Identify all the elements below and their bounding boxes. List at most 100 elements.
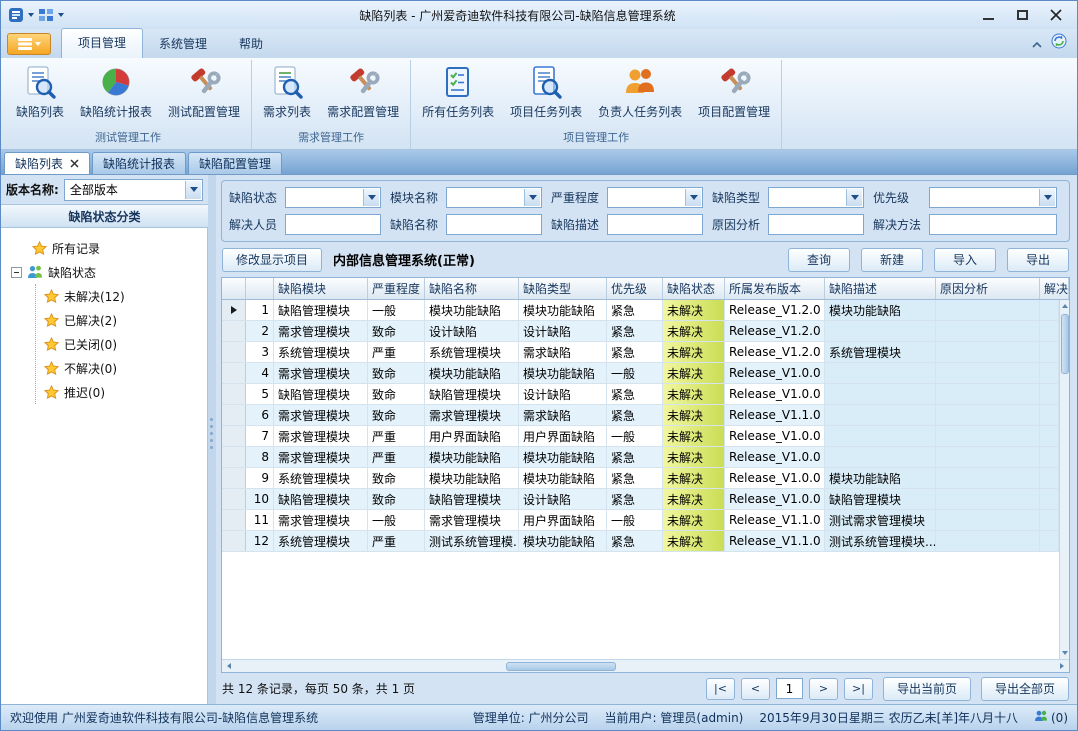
ribbon-button[interactable]: 需求列表	[255, 60, 319, 122]
filter-select-4[interactable]	[768, 187, 864, 208]
cell-analysis	[936, 468, 1040, 488]
export-all-pages-button[interactable]: 导出全部页	[981, 677, 1069, 701]
scroll-down-icon[interactable]	[1060, 647, 1070, 659]
page-number-input[interactable]	[776, 678, 803, 699]
close-icon[interactable]	[70, 159, 79, 168]
grid-column-header[interactable]: 缺陷模块	[274, 278, 368, 299]
horizontal-scroll-thumb[interactable]	[506, 662, 616, 671]
table-row[interactable]: 3系统管理模块严重系统管理模块需求缺陷紧急未解决Release_V1.2.0系统…	[222, 342, 1059, 363]
table-row[interactable]: 8需求管理模块严重模块功能缺陷模块功能缺陷紧急未解决Release_V1.0.0	[222, 447, 1059, 468]
ribbon-button[interactable]: 负责人任务列表	[590, 60, 690, 122]
application-menu-button[interactable]	[7, 33, 51, 55]
grid-column-header[interactable]: 缺陷名称	[425, 278, 519, 299]
tree-item-all-records[interactable]: 所有记录	[11, 236, 203, 260]
layout-grid-icon[interactable]	[37, 6, 55, 24]
ribbon-tab-3[interactable]: 帮助	[223, 30, 279, 58]
grid-column-header[interactable]: 所属发布版本	[725, 278, 825, 299]
horizontal-scrollbar[interactable]	[222, 659, 1069, 672]
ribbon-button[interactable]: 需求配置管理	[319, 60, 407, 122]
ribbon-button[interactable]: 测试配置管理	[160, 60, 248, 122]
ribbon-button[interactable]: 所有任务列表	[414, 60, 502, 122]
cell-release: Release_V1.1.0	[725, 531, 825, 551]
table-row[interactable]: 7需求管理模块严重用户界面缺陷用户界面缺陷一般未解决Release_V1.0.0	[222, 426, 1059, 447]
grid-column-header[interactable]: 优先级	[607, 278, 663, 299]
help-sync-icon[interactable]	[1051, 33, 1067, 53]
close-button[interactable]	[1039, 3, 1073, 27]
vertical-scrollbar[interactable]	[1059, 300, 1069, 659]
doc-tab-3[interactable]: 缺陷配置管理	[188, 152, 282, 174]
chevron-down-icon[interactable]	[1039, 189, 1055, 206]
collapse-ribbon-icon[interactable]	[1031, 34, 1043, 53]
table-row[interactable]: 10缺陷管理模块致命缺陷管理模块设计缺陷紧急未解决Release_V1.0.0缺…	[222, 489, 1059, 510]
grid-column-header[interactable]: 缺陷状态	[663, 278, 725, 299]
chevron-down-icon[interactable]	[524, 189, 540, 206]
collapse-expander-icon[interactable]	[11, 267, 22, 278]
chevron-down-icon[interactable]	[363, 189, 379, 206]
tree-item-status-3[interactable]: 已关闭(0)	[44, 332, 203, 356]
scroll-right-icon[interactable]	[1055, 660, 1069, 673]
online-users[interactable]: (0)	[1034, 710, 1068, 725]
ribbon-button[interactable]: 缺陷列表	[8, 60, 72, 122]
cell-analysis	[936, 510, 1040, 530]
tree-item-status-1[interactable]: 未解决(12)	[44, 284, 203, 308]
ribbon-button[interactable]: 项目任务列表	[502, 60, 590, 122]
version-dropdown[interactable]: 全部版本	[64, 179, 203, 201]
table-row[interactable]: 12系统管理模块严重测试系统管理模...模块功能缺陷紧急未解决Release_V…	[222, 531, 1059, 552]
tree-item-defect-status[interactable]: 缺陷状态	[11, 260, 203, 284]
ribbon-tab-2[interactable]: 系统管理	[143, 30, 223, 58]
modify-display-button[interactable]: 修改显示项目	[222, 248, 322, 272]
maximize-button[interactable]	[1005, 3, 1039, 27]
next-page-button[interactable]: >	[809, 678, 838, 700]
doc-tab-1[interactable]: 缺陷列表	[4, 152, 90, 174]
sidebar-splitter[interactable]	[208, 175, 216, 704]
filter-select-1[interactable]	[285, 187, 381, 208]
grid-column-header[interactable]: 原因分析	[936, 278, 1040, 299]
query-button[interactable]: 查询	[788, 248, 850, 272]
export-current-page-button[interactable]: 导出当前页	[883, 677, 971, 701]
scroll-left-icon[interactable]	[222, 660, 236, 673]
vertical-scroll-thumb[interactable]	[1061, 314, 1069, 374]
ribbon-button[interactable]: 缺陷统计报表	[72, 60, 160, 122]
row-number: 5	[246, 384, 274, 404]
filter-select-2[interactable]	[446, 187, 542, 208]
table-row[interactable]: 5缺陷管理模块致命缺陷管理模块设计缺陷紧急未解决Release_V1.0.0	[222, 384, 1059, 405]
filter-input-5[interactable]	[929, 214, 1057, 235]
prev-page-button[interactable]: <	[741, 678, 770, 700]
table-row[interactable]: 6需求管理模块致命需求管理模块需求缺陷紧急未解决Release_V1.1.0	[222, 405, 1059, 426]
app-icon[interactable]	[7, 6, 25, 24]
tree-item-status-4[interactable]: 不解决(0)	[44, 356, 203, 380]
table-row[interactable]: 11需求管理模块一般需求管理模块用户界面缺陷一般未解决Release_V1.1.…	[222, 510, 1059, 531]
minimize-button[interactable]	[971, 3, 1005, 27]
import-button[interactable]: 导入	[934, 248, 996, 272]
doc-tab-2[interactable]: 缺陷统计报表	[92, 152, 186, 174]
grid-column-header[interactable]: 缺陷描述	[825, 278, 936, 299]
table-row[interactable]: 2需求管理模块致命设计缺陷设计缺陷紧急未解决Release_V1.2.0	[222, 321, 1059, 342]
table-row[interactable]: 9系统管理模块致命模块功能缺陷模块功能缺陷紧急未解决Release_V1.0.0…	[222, 468, 1059, 489]
export-button[interactable]: 导出	[1007, 248, 1069, 272]
filter-input-2[interactable]	[446, 214, 542, 235]
first-page-button[interactable]: |<	[706, 678, 735, 700]
ribbon-tab-1[interactable]: 项目管理	[61, 28, 143, 58]
table-row[interactable]: 4需求管理模块致命模块功能缺陷模块功能缺陷一般未解决Release_V1.0.0	[222, 363, 1059, 384]
filter-input-4[interactable]	[768, 214, 864, 235]
grid-column-header[interactable]: 解决	[1040, 278, 1069, 299]
cell-analysis	[936, 363, 1040, 383]
chevron-down-icon[interactable]	[846, 189, 862, 206]
table-row[interactable]: 1缺陷管理模块一般模块功能缺陷模块功能缺陷紧急未解决Release_V1.2.0…	[222, 300, 1059, 321]
filter-select-3[interactable]	[607, 187, 703, 208]
grid-column-header[interactable]: 缺陷类型	[519, 278, 607, 299]
chevron-down-icon[interactable]	[28, 13, 34, 17]
chevron-down-icon[interactable]	[185, 181, 201, 199]
filter-input-1[interactable]	[285, 214, 381, 235]
filter-input-3[interactable]	[607, 214, 703, 235]
new-button[interactable]: 新建	[861, 248, 923, 272]
chevron-down-icon[interactable]	[685, 189, 701, 206]
cell-type: 需求缺陷	[519, 405, 607, 425]
grid-column-header[interactable]: 严重程度	[368, 278, 425, 299]
tree-item-status-2[interactable]: 已解决(2)	[44, 308, 203, 332]
scroll-up-icon[interactable]	[1060, 300, 1070, 312]
tree-item-status-5[interactable]: 推迟(0)	[44, 380, 203, 404]
last-page-button[interactable]: >|	[844, 678, 873, 700]
ribbon-button[interactable]: 项目配置管理	[690, 60, 778, 122]
filter-select-5[interactable]	[929, 187, 1057, 208]
